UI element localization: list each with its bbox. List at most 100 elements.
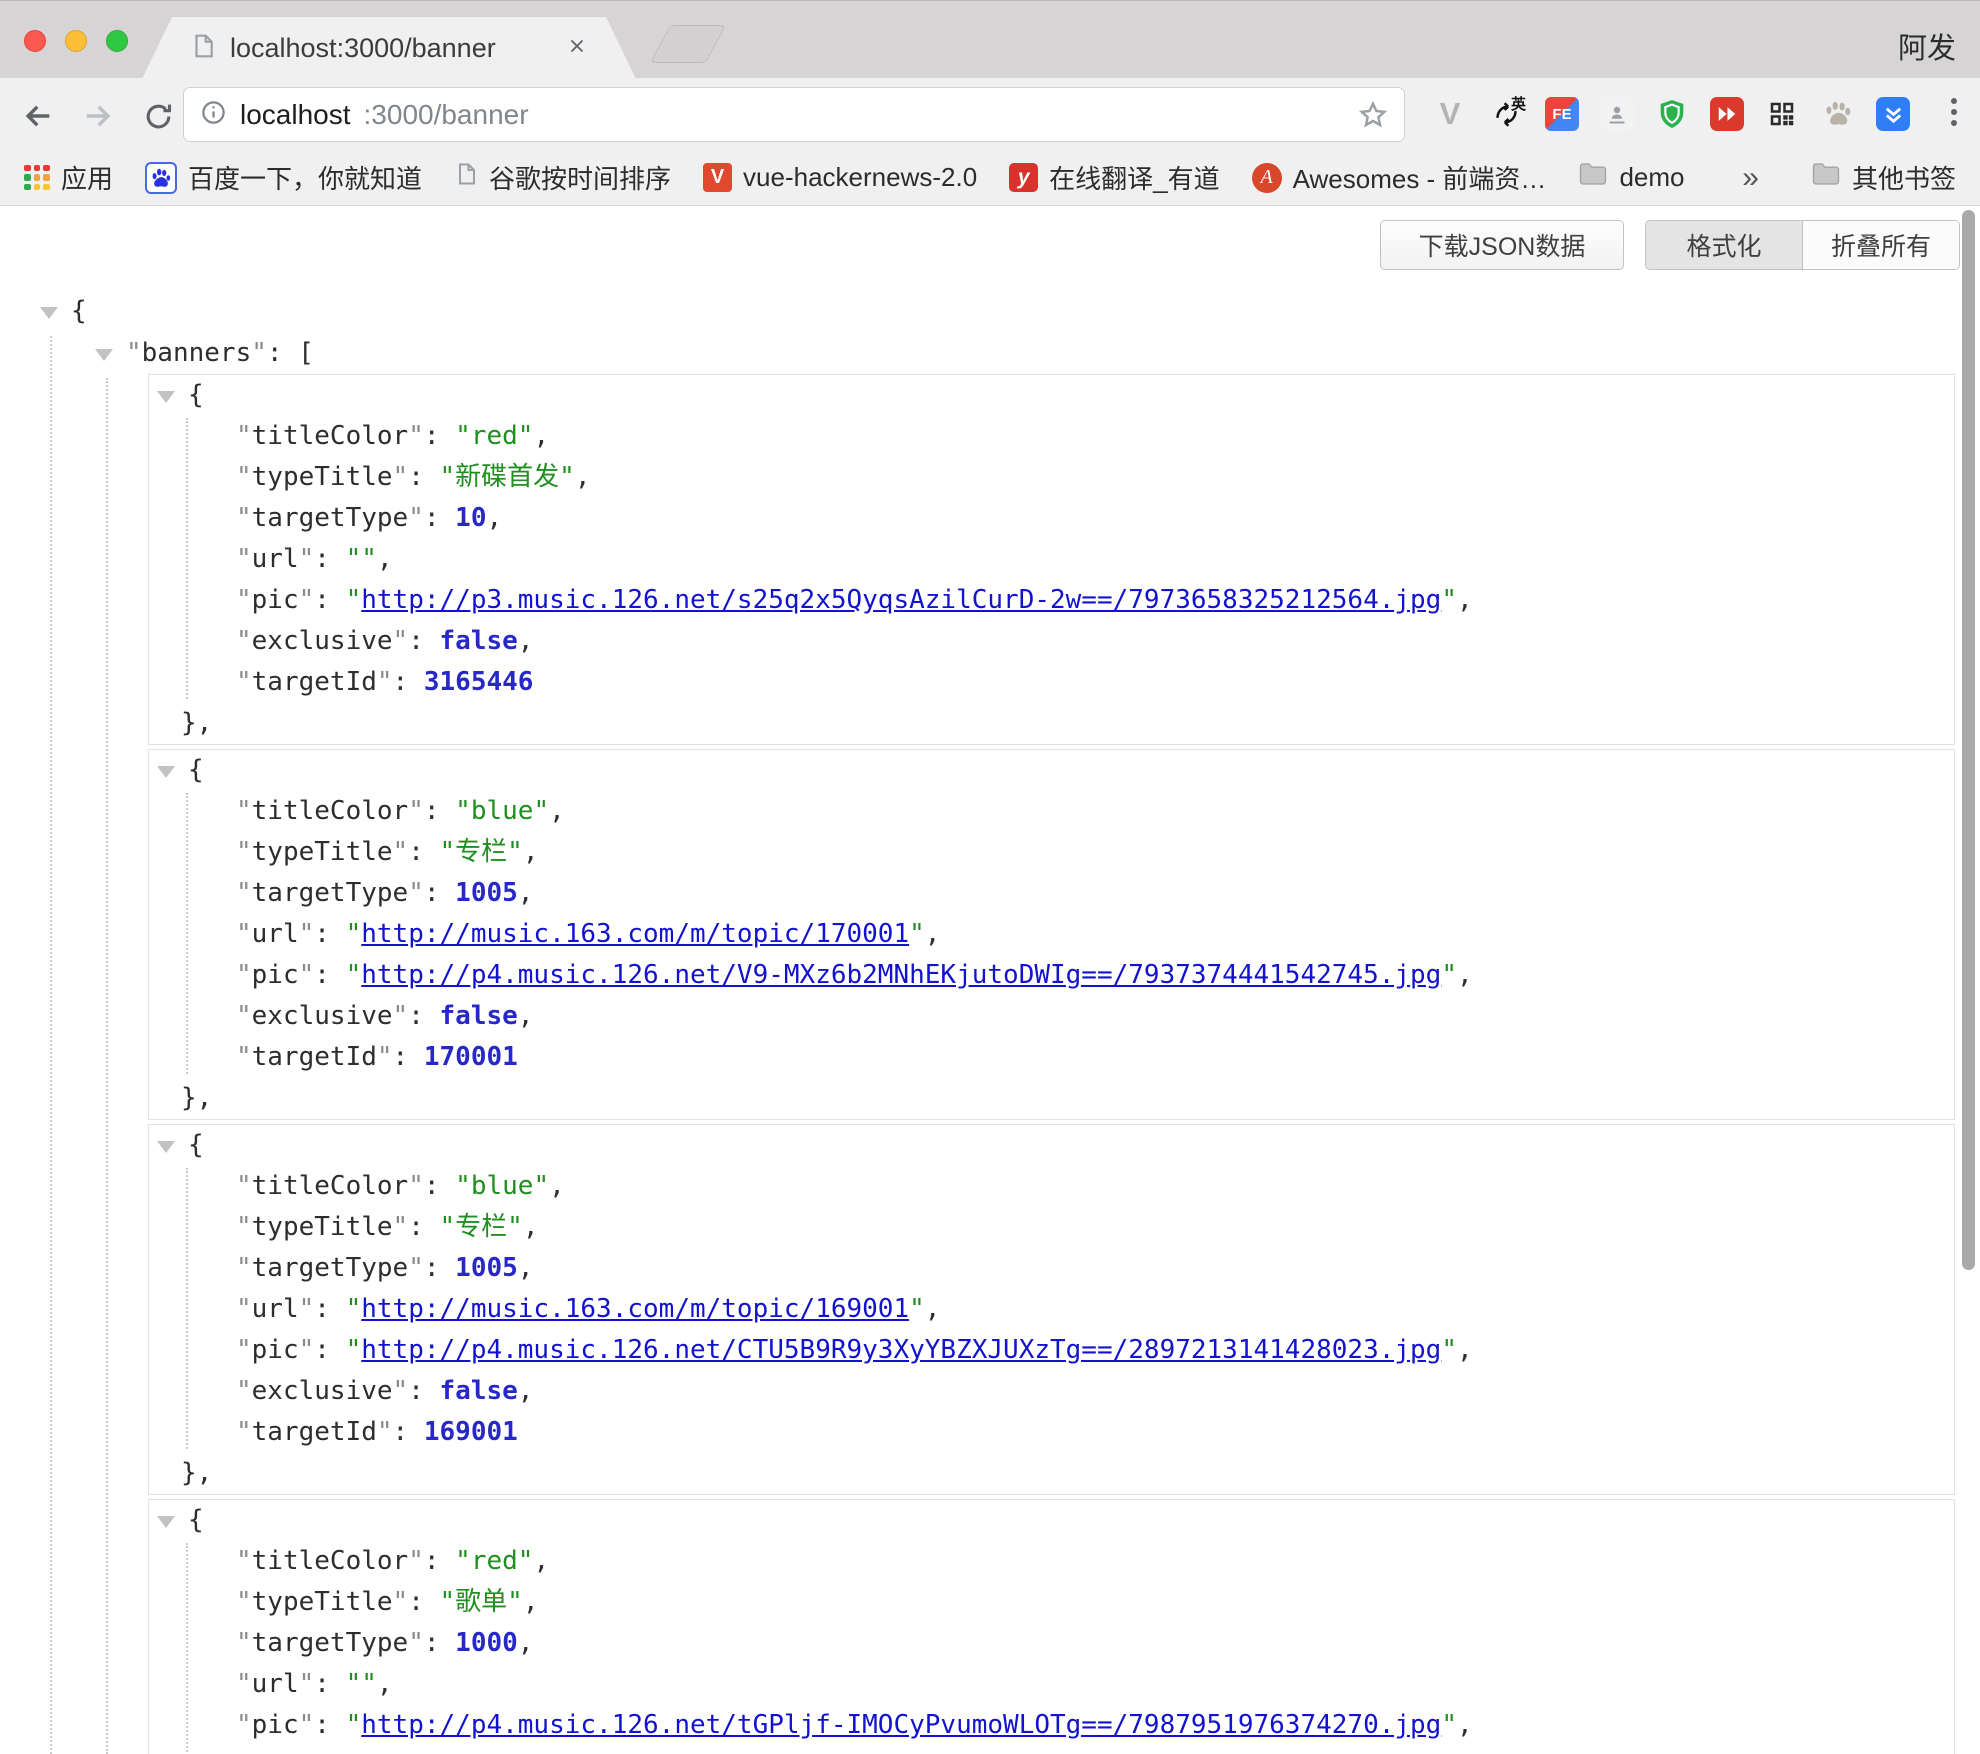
- json-property-pic: "pic": "http://p4.music.126.net/V9-MXz6b…: [149, 955, 1954, 996]
- json-root-line: {: [0, 290, 1980, 332]
- json-property-targetType: "targetType": 1000,: [149, 1623, 1954, 1664]
- json-property-titleColor: "titleColor": "blue",: [149, 1166, 1954, 1207]
- object-open-line: {: [149, 750, 1954, 791]
- fast-forward-icon[interactable]: [1710, 97, 1744, 131]
- json-viewer: { "banners": [ {"titleColor": "red","typ…: [0, 206, 1980, 1754]
- json-property-url: "url": "",: [149, 539, 1954, 580]
- tab-title: localhost:3000/banner: [230, 33, 552, 64]
- paw-icon[interactable]: [1820, 96, 1856, 132]
- json-property-pic: "pic": "http://p3.music.126.net/s25q2x5Q…: [149, 580, 1954, 621]
- json-property-targetId: "targetId": 169001: [149, 1412, 1954, 1453]
- blue-download-icon[interactable]: [1876, 97, 1910, 131]
- object-open-line: {: [149, 1125, 1954, 1166]
- json-property-pic: "pic": "http://p4.music.126.net/CTU5B9R9…: [149, 1330, 1954, 1371]
- json-url-link[interactable]: http://music.163.com/m/topic/170001: [361, 919, 909, 949]
- json-property-typeTitle: "typeTitle": "新碟首发",: [149, 457, 1954, 498]
- json-property-typeTitle: "typeTitle": "专栏",: [149, 832, 1954, 873]
- translate-icon[interactable]: 英: [1488, 96, 1524, 132]
- json-url-link[interactable]: http://p4.music.126.net/V9-MXz6b2MNhEKju…: [361, 960, 1441, 990]
- json-url-link[interactable]: http://p4.music.126.net/tGPljf-IMOCyPvum…: [361, 1710, 1441, 1740]
- object-rows: "titleColor": "red","typeTitle": "新碟首发",…: [149, 416, 1954, 703]
- json-property-pic: "pic": "http://p4.music.126.net/tGPljf-I…: [149, 1705, 1954, 1746]
- qr-code-icon[interactable]: [1764, 96, 1800, 132]
- json-property-url: "url": "http://music.163.com/m/topic/169…: [149, 1289, 1954, 1330]
- collapse-toggle-icon[interactable]: [157, 1141, 175, 1153]
- json-property-exclusive: "exclusive": false,: [149, 996, 1954, 1037]
- tab-close-icon[interactable]: [566, 35, 588, 62]
- bookmark-vue-hackernews[interactable]: V vue-hackernews-2.0: [703, 162, 977, 193]
- banner-object: {"titleColor": "blue","typeTitle": "专栏",…: [148, 1124, 1955, 1495]
- json-property-exclusive: "exclusive": false,: [149, 1746, 1954, 1754]
- object-rows: "titleColor": "blue","typeTitle": "专栏","…: [149, 791, 1954, 1078]
- bookmark-youdao[interactable]: y 在线翻译_有道: [1009, 159, 1219, 196]
- json-property-targetType: "targetType": 10,: [149, 498, 1954, 539]
- object-rows: "titleColor": "red","typeTitle": "歌单","t…: [149, 1541, 1954, 1754]
- json-property-titleColor: "titleColor": "red",: [149, 416, 1954, 457]
- object-close-line: },: [149, 703, 1954, 744]
- green-shield-icon[interactable]: [1654, 96, 1690, 132]
- indent-guide: [50, 336, 52, 1754]
- profile-name[interactable]: 阿发: [1898, 25, 1956, 67]
- json-property-targetType: "targetType": 1005,: [149, 873, 1954, 914]
- banner-object: {"titleColor": "red","typeTitle": "新碟首发"…: [148, 374, 1955, 745]
- bookmark-demo-folder[interactable]: demo: [1578, 161, 1684, 194]
- json-url-link[interactable]: http://music.163.com/m/topic/169001: [361, 1294, 909, 1324]
- reload-button[interactable]: [138, 96, 178, 136]
- json-banners-line: "banners": [: [0, 332, 1980, 374]
- json-property-typeTitle: "typeTitle": "专栏",: [149, 1207, 1954, 1248]
- folder-icon: [1578, 161, 1608, 194]
- baidu-paw-icon: [145, 162, 177, 194]
- browser-tab[interactable]: localhost:3000/banner: [142, 17, 636, 79]
- bookmarks-bar: 应用 百度一下，你就知道 谷歌按时间排序 V vue-hackernews-2.…: [0, 150, 1980, 206]
- fullscreen-window-button[interactable]: [106, 30, 128, 52]
- url-path: :3000/banner: [364, 99, 529, 131]
- browser-menu-icon[interactable]: [1944, 98, 1964, 126]
- object-open-line: {: [149, 1500, 1954, 1541]
- bookmark-baidu[interactable]: 百度一下，你就知道: [145, 159, 422, 196]
- object-rows: "titleColor": "blue","typeTitle": "专栏","…: [149, 1166, 1954, 1453]
- json-property-exclusive: "exclusive": false,: [149, 621, 1954, 662]
- json-property-exclusive: "exclusive": false,: [149, 1371, 1954, 1412]
- forward-button[interactable]: [78, 96, 118, 136]
- back-button[interactable]: [18, 96, 58, 136]
- collapse-toggle-icon[interactable]: [95, 349, 113, 361]
- awesomes-a-icon: A: [1252, 163, 1282, 193]
- banner-object: {"titleColor": "blue","typeTitle": "专栏",…: [148, 749, 1955, 1120]
- json-property-targetType: "targetType": 1005,: [149, 1248, 1954, 1289]
- indent-guide: [106, 378, 108, 1754]
- json-property-url: "url": "http://music.163.com/m/topic/170…: [149, 914, 1954, 955]
- collapse-toggle-icon[interactable]: [157, 1516, 175, 1528]
- json-property-url: "url": "",: [149, 1664, 1954, 1705]
- titlebar: localhost:3000/banner 阿发: [0, 0, 1980, 78]
- json-property-titleColor: "titleColor": "blue",: [149, 791, 1954, 832]
- banner-list: {"titleColor": "red","typeTitle": "新碟首发"…: [148, 374, 1955, 1754]
- vue-devtools-icon[interactable]: V: [1432, 96, 1468, 132]
- object-open-line: {: [149, 375, 1954, 416]
- json-property-targetId: "targetId": 170001: [149, 1037, 1954, 1078]
- bookmark-apps[interactable]: 应用: [24, 159, 113, 196]
- collapse-toggle-icon[interactable]: [157, 766, 175, 778]
- collapse-toggle-icon[interactable]: [157, 391, 175, 403]
- bookmark-awesomes[interactable]: A Awesomes - 前端资…: [1252, 159, 1547, 196]
- bookmark-google-sort[interactable]: 谷歌按时间排序: [454, 159, 671, 196]
- new-tab-button[interactable]: [650, 25, 726, 63]
- minimize-window-button[interactable]: [65, 30, 87, 52]
- close-window-button[interactable]: [24, 30, 46, 52]
- person-icon[interactable]: [1600, 97, 1634, 131]
- bookmark-star-icon[interactable]: [1358, 100, 1388, 130]
- fe-helper-icon[interactable]: FE: [1544, 96, 1580, 132]
- json-key: banners: [142, 338, 252, 368]
- extension-icons: V 英 FE: [1432, 92, 1910, 136]
- collapse-toggle-icon[interactable]: [40, 307, 58, 319]
- json-property-typeTitle: "typeTitle": "歌单",: [149, 1582, 1954, 1623]
- other-bookmarks-folder[interactable]: 其他书签: [1811, 159, 1956, 196]
- bookmarks-overflow-chevron[interactable]: »: [1742, 161, 1759, 195]
- json-url-link[interactable]: http://p3.music.126.net/s25q2x5QyqsAzilC…: [361, 585, 1441, 615]
- object-close-line: },: [149, 1453, 1954, 1494]
- url-host: localhost: [240, 99, 351, 131]
- json-url-link[interactable]: http://p4.music.126.net/CTU5B9R9y3XyYBZX…: [361, 1335, 1441, 1365]
- folder-icon: [1811, 161, 1841, 194]
- apps-grid-icon: [24, 165, 50, 191]
- address-bar[interactable]: localhost :3000/banner: [183, 87, 1405, 142]
- info-icon[interactable]: [200, 99, 227, 131]
